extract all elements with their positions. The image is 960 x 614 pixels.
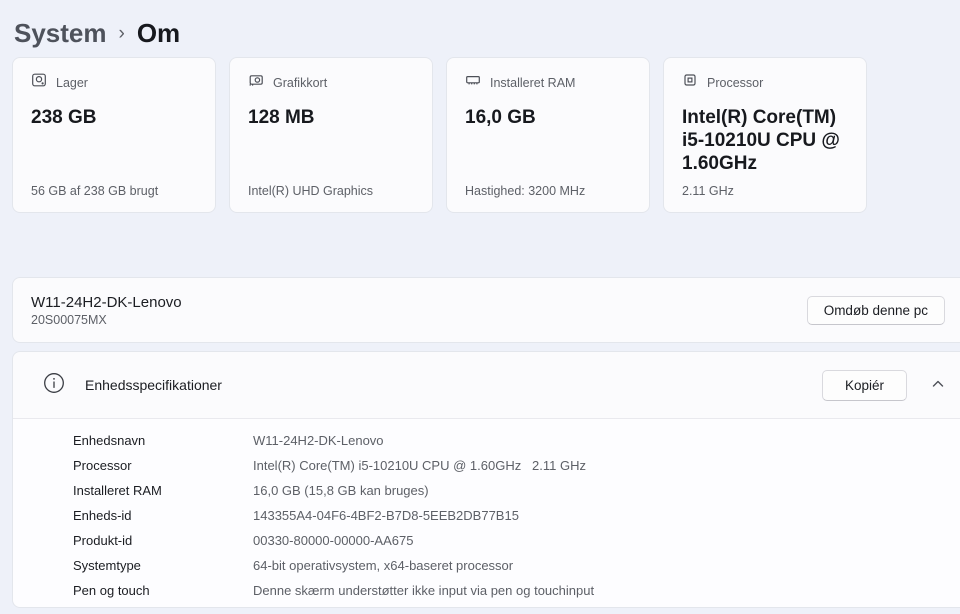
ram-card-value: 16,0 GB (465, 107, 536, 128)
device-model: 20S00075MX (31, 312, 107, 327)
spec-row-product-id: Produkt-id 00330-80000-00000-AA675 (73, 533, 414, 548)
collapse-expander-button[interactable] (923, 371, 953, 400)
device-name-card: W11-24H2-DK-Lenovo 20S00075MX Omdøb denn… (12, 277, 960, 343)
device-specifications-header[interactable]: Enhedsspecifikationer Kopiér (13, 352, 960, 418)
storage-icon (31, 72, 47, 93)
storage-card-caption: 56 GB af 238 GB brugt (31, 184, 159, 198)
graphics-card-value: 128 MB (248, 107, 315, 128)
chevron-up-icon (931, 377, 945, 394)
info-icon (43, 372, 65, 399)
summary-cards: Lager 238 GB 56 GB af 238 GB brugt Grafi… (12, 57, 948, 213)
ram-icon (465, 72, 481, 93)
ram-card: Installeret RAM 16,0 GB Hastighed: 3200 … (446, 57, 650, 213)
spec-row-device-id: Enheds-id 143355A4-04F6-4BF2-B7D8-5EEB2D… (73, 508, 519, 523)
breadcrumb-system[interactable]: System (14, 18, 107, 49)
device-name: W11-24H2-DK-Lenovo (31, 293, 182, 311)
spec-row-processor: Processor Intel(R) Core(TM) i5-10210U CP… (73, 458, 586, 473)
rename-pc-button[interactable]: Omdøb denne pc (806, 295, 945, 325)
processor-card: Processor Intel(R) Core(TM) i5-10210U CP… (663, 57, 867, 213)
device-specifications-list: Enhedsnavn W11-24H2-DK-Lenovo Processor … (13, 419, 960, 607)
spec-row-system-type: Systemtype 64-bit operativsystem, x64-ba… (73, 558, 514, 573)
ram-card-label: Installeret RAM (490, 75, 576, 90)
ram-card-caption: Hastighed: 3200 MHz (465, 184, 586, 198)
cpu-icon (682, 72, 698, 93)
spec-row-installed-ram: Installeret RAM 16,0 GB (15,8 GB kan bru… (73, 483, 429, 498)
graphics-card-label: Grafikkort (273, 75, 328, 90)
processor-card-caption: 2.11 GHz (682, 184, 734, 198)
spec-row-pen-touch: Pen og touch Denne skærm understøtter ik… (73, 583, 595, 598)
gpu-icon (248, 72, 264, 93)
graphics-card-caption: Intel(R) UHD Graphics (248, 184, 374, 198)
device-specifications-card: Enhedsspecifikationer Kopiér Enhedsnavn … (12, 351, 960, 608)
storage-card-value: 238 GB (31, 107, 97, 128)
storage-card: Lager 238 GB 56 GB af 238 GB brugt (12, 57, 216, 213)
copy-button[interactable]: Kopiér (821, 369, 907, 401)
processor-card-value: Intel(R) Core(TM) i5-10210U CPU @ 1.60GH… (682, 107, 840, 174)
graphics-card: Grafikkort 128 MB Intel(R) UHD Graphics (229, 57, 433, 213)
storage-card-label: Lager (56, 75, 88, 90)
page-title: Om (136, 17, 181, 48)
processor-card-label: Processor (707, 75, 764, 90)
device-specifications-title: Enhedsspecifikationer (85, 377, 222, 393)
spec-row-device-name: Enhedsnavn W11-24H2-DK-Lenovo (73, 433, 384, 448)
breadcrumb-separator-icon: › (118, 23, 125, 44)
breadcrumb: System › Om (0, 0, 960, 57)
